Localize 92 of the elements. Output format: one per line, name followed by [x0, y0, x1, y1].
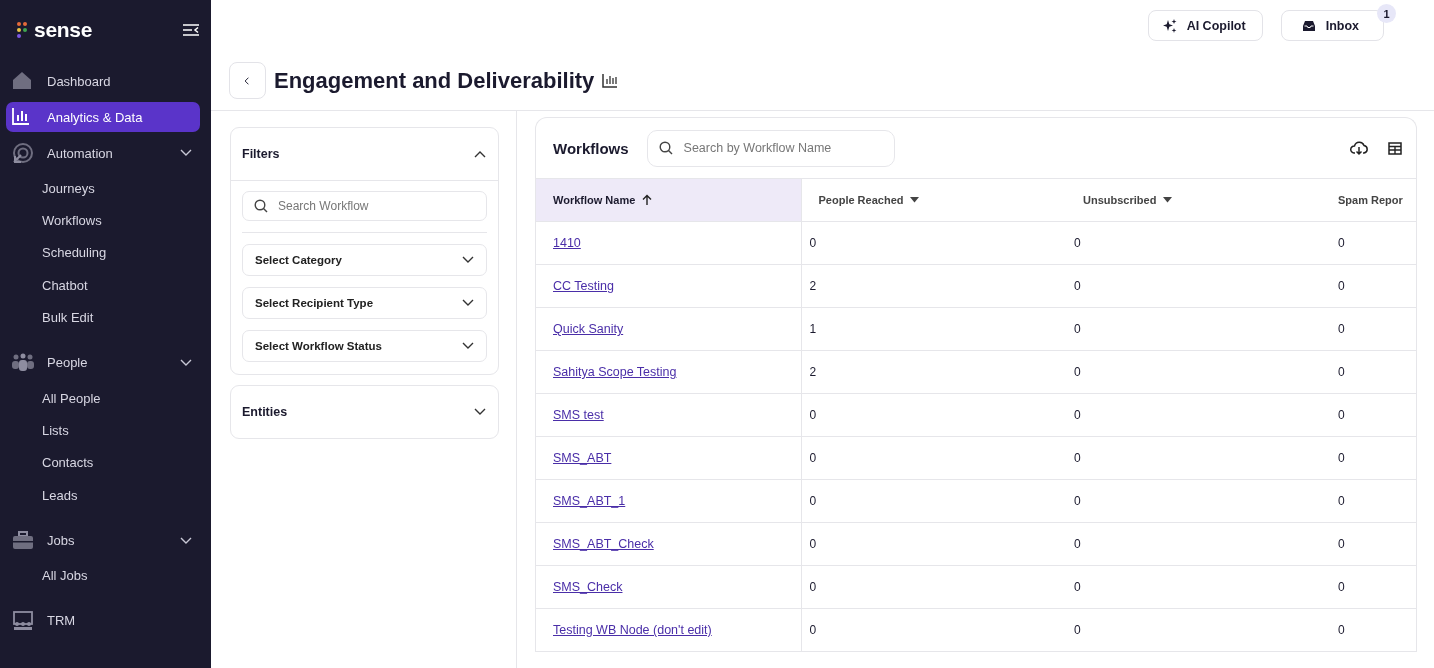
column-header[interactable]: Unsubscribed	[1066, 179, 1331, 222]
table-cell: 0	[801, 221, 1066, 265]
chevron-icon[interactable]	[474, 150, 486, 158]
table-cell: 0	[801, 608, 1066, 652]
table-cell: 0	[801, 565, 1066, 609]
table-cell: 2	[801, 350, 1066, 394]
sidebar-item[interactable]: TRM	[6, 605, 200, 636]
table-cell: 0	[801, 479, 1066, 523]
table-cell: 0	[1331, 436, 1416, 480]
sidebar-subitem[interactable]: Scheduling	[6, 236, 200, 270]
collapse-menu-icon[interactable]	[182, 23, 200, 37]
chevron-icon	[462, 256, 474, 264]
column-header[interactable]: Workflow Name	[536, 179, 801, 222]
workflow-link[interactable]: 1410	[553, 236, 581, 250]
sidebar-subitem[interactable]: All People	[6, 381, 200, 415]
table-cell: 0	[1331, 522, 1416, 566]
group-icon	[11, 609, 35, 632]
workflow-link[interactable]: SMS_ABT_1	[553, 494, 626, 508]
table-cell: 0	[1331, 479, 1416, 523]
target-icon	[11, 142, 35, 164]
notification-badge: 1	[1377, 4, 1396, 23]
table-cell: 0	[1331, 350, 1416, 394]
table-cell: 0	[1066, 350, 1331, 394]
table-cell: 0	[1331, 221, 1416, 265]
sidebar-item[interactable]: Automation	[6, 138, 200, 168]
table-cell: 0	[801, 522, 1066, 566]
sidebar-subitem[interactable]: Chatbot	[6, 269, 200, 302]
logo-text: sense	[34, 18, 93, 42]
table-cell: 0	[1066, 307, 1331, 351]
search-field[interactable]: Search by Workflow Name	[646, 129, 895, 167]
table-cell: 1	[801, 307, 1066, 351]
table-icon[interactable]	[1388, 141, 1402, 155]
people-icon	[11, 351, 35, 374]
table-cell: 0	[1066, 436, 1331, 480]
sidebar-item[interactable]: Analytics & Data	[6, 102, 200, 132]
cloud-download-icon[interactable]	[1350, 140, 1368, 156]
briefcase-icon	[11, 529, 35, 552]
table-cell: 0	[801, 436, 1066, 480]
page-title: Engagement and Deliverability	[274, 67, 595, 94]
entities-title: Entities	[242, 405, 288, 419]
chevron-icon	[462, 299, 474, 307]
table-cell: 0	[1066, 522, 1331, 566]
sidebar-item[interactable]: Dashboard	[6, 66, 200, 96]
select-dropdown[interactable]: Select Category	[242, 244, 487, 276]
sidebar-subitem[interactable]: Lists	[6, 414, 200, 447]
table-cell: 0	[1066, 608, 1331, 652]
sidebar-item[interactable]: Jobs	[6, 525, 200, 556]
filters-title: Filters	[242, 147, 280, 161]
inbox-button[interactable]: Inbox	[1280, 10, 1384, 41]
table-title: Workflows	[553, 139, 629, 157]
sidebar-subitem[interactable]: Journeys	[6, 172, 200, 205]
logo-icon	[16, 21, 28, 39]
table-cell: 0	[1066, 264, 1331, 308]
workflow-link[interactable]: CC Testing	[553, 279, 614, 293]
workflow-link[interactable]: Testing WB Node (don't edit)	[553, 623, 712, 637]
caret-down-icon	[910, 197, 920, 203]
arrow-up-icon	[642, 194, 653, 206]
workflow-link[interactable]: SMS test	[553, 408, 604, 422]
column-header[interactable]: Spam Repor	[1331, 179, 1416, 222]
table-cell: 0	[1331, 264, 1416, 308]
column-header[interactable]: People Reached	[801, 179, 1066, 222]
table-cell: 0	[1066, 221, 1331, 265]
sidebar-subitem[interactable]: All Jobs	[6, 559, 200, 592]
table-cell: 0	[1066, 565, 1331, 609]
sidebar-item[interactable]: People	[6, 347, 200, 378]
workflow-link[interactable]: SMS_ABT_Check	[553, 537, 654, 551]
chevron-icon[interactable]	[474, 408, 486, 416]
ai-copilot-button[interactable]: AI Copilot	[1147, 10, 1263, 41]
table-cell: 0	[1331, 307, 1416, 351]
sidebar-subitem[interactable]: Contacts	[6, 446, 200, 480]
workflow-link[interactable]: Quick Sanity	[553, 322, 624, 336]
workflow-link[interactable]: Sahitya Scope Testing	[553, 365, 677, 379]
table-cell: 0	[1331, 608, 1416, 652]
table-cell: 2	[801, 264, 1066, 308]
search-field[interactable]: Search Workflow	[242, 191, 487, 221]
sparkle-icon	[1162, 18, 1177, 33]
chevron-icon	[462, 342, 474, 350]
sidebar-subitem[interactable]: Workflows	[6, 204, 200, 237]
sidebar-subitem[interactable]: Bulk Edit	[6, 301, 200, 334]
caret-down-icon	[1163, 197, 1173, 203]
sidebar-subitem[interactable]: Leads	[6, 479, 200, 512]
table-cell: 0	[801, 393, 1066, 437]
bar-chart-icon	[602, 73, 619, 88]
workflow-link[interactable]: SMS_Check	[553, 580, 623, 594]
select-dropdown[interactable]: Select Recipient Type	[242, 287, 487, 319]
table-cell: 0	[1066, 393, 1331, 437]
select-dropdown[interactable]: Select Workflow Status	[242, 330, 487, 362]
workflow-link[interactable]: SMS_ABT	[553, 451, 612, 465]
table-cell: 0	[1066, 479, 1331, 523]
table-cell: 0	[1331, 565, 1416, 609]
inbox-tray-icon	[1301, 19, 1316, 32]
table-cell: 0	[1331, 393, 1416, 437]
